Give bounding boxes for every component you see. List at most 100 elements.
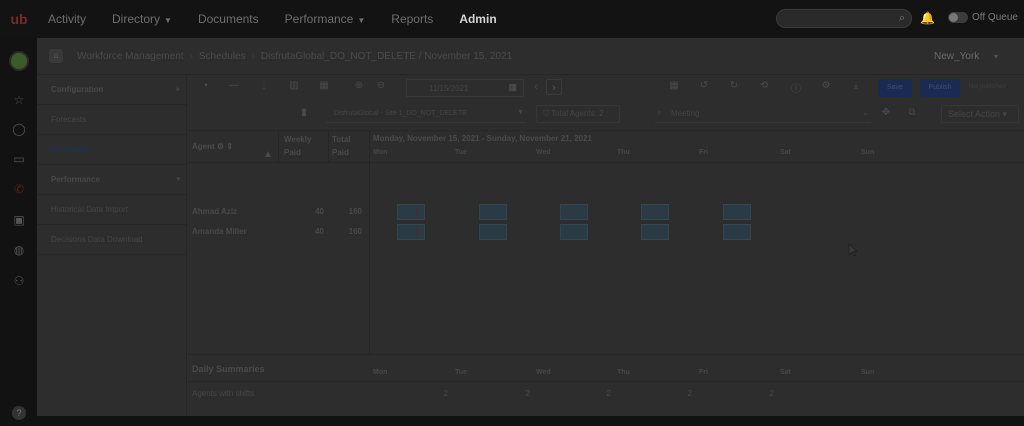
caret-down-icon: ▼ bbox=[164, 16, 172, 25]
columns-icon[interactable]: ▥ bbox=[286, 80, 302, 96]
shift-block[interactable] bbox=[397, 204, 425, 220]
help-icon[interactable]: ? bbox=[12, 406, 26, 420]
video-icon[interactable]: ▭ bbox=[11, 152, 27, 168]
activity-value: Meeting bbox=[671, 109, 700, 118]
building-icon: ▮ bbox=[301, 107, 307, 118]
calendar-add-icon[interactable]: ▦ bbox=[666, 80, 682, 96]
save-button[interactable]: Save bbox=[878, 79, 912, 97]
summary-value: 2 bbox=[525, 389, 530, 398]
bottom-bar bbox=[37, 416, 1024, 426]
star-icon[interactable]: ☆ bbox=[11, 93, 27, 109]
day-header-fri: Fri bbox=[699, 149, 708, 156]
calendar-icon[interactable]: ▦ bbox=[316, 80, 332, 96]
day-header-thu: Thu bbox=[617, 149, 630, 156]
breadcrumb-workforce[interactable]: Workforce Management bbox=[77, 51, 184, 62]
nav-activity[interactable]: Activity bbox=[48, 12, 86, 26]
logo[interactable]: ub bbox=[0, 0, 38, 38]
queue-toggle[interactable] bbox=[948, 12, 968, 23]
shift-block[interactable] bbox=[397, 224, 425, 240]
nav-performance-label: Performance bbox=[284, 12, 354, 26]
agent-column-header[interactable]: Agent ⚙ ⇕ bbox=[192, 142, 233, 151]
nav-directory-label: Directory bbox=[112, 12, 161, 26]
table-row[interactable]: Ahmad Aziz 40 160 bbox=[188, 202, 1024, 222]
chevron-down-icon[interactable]: ▾ bbox=[994, 52, 998, 61]
caret-down-icon: ▾ bbox=[1002, 109, 1008, 119]
summary-value: 2 bbox=[687, 389, 692, 398]
globe-icon[interactable]: ◍ bbox=[11, 243, 27, 259]
shift-block[interactable] bbox=[479, 224, 507, 240]
shift-block[interactable] bbox=[723, 224, 751, 240]
summary-day-thu: Thu bbox=[617, 369, 630, 376]
shift-block[interactable] bbox=[560, 204, 588, 220]
day-header-sat: Sat bbox=[780, 149, 791, 156]
download-icon[interactable]: ⤓ bbox=[848, 80, 864, 96]
nav-documents[interactable]: Documents bbox=[198, 12, 259, 26]
dot-icon[interactable]: • bbox=[200, 80, 212, 96]
zoom-in-icon[interactable]: ⊕ bbox=[351, 80, 367, 96]
add-user-icon[interactable]: ⚇ bbox=[11, 274, 27, 290]
select-action-dropdown[interactable]: Select Action ▾ bbox=[941, 105, 1019, 123]
summary-day-tue: Tue bbox=[455, 369, 467, 376]
shift-block[interactable] bbox=[723, 204, 751, 220]
sidemenu-forecasts[interactable]: Forecasts bbox=[37, 105, 186, 135]
admin-sidemenu: Configuration ▸ Forecasts Schedules Perfo… bbox=[37, 75, 187, 416]
day-header-sun: Sun bbox=[861, 149, 875, 156]
shift-block[interactable] bbox=[479, 204, 507, 220]
summary-day-wed: Wed bbox=[536, 369, 551, 376]
publish-button[interactable]: Publish bbox=[920, 79, 960, 97]
activity-select[interactable]: ⌕ Meeting ⌄ bbox=[655, 105, 871, 123]
more-vertical-icon[interactable]: ⋮ bbox=[258, 80, 270, 96]
previous-week-button[interactable]: ‹ bbox=[528, 79, 544, 95]
move-icon[interactable]: ✥ bbox=[878, 107, 894, 123]
warning-icon: ▲ bbox=[263, 149, 273, 160]
zoom-out-icon[interactable]: ⊖ bbox=[373, 80, 389, 96]
breadcrumb-schedules[interactable]: Schedules bbox=[199, 51, 246, 62]
dash-icon[interactable]: — bbox=[226, 80, 242, 96]
sidemenu-schedules[interactable]: Schedules bbox=[37, 135, 186, 165]
agent-weekly-paid: 40 bbox=[315, 207, 324, 216]
search-icon: ⌕ bbox=[657, 108, 662, 117]
sidemenu-label: Decisions Data Download bbox=[51, 235, 143, 244]
nav-admin[interactable]: Admin bbox=[459, 12, 496, 26]
nav-directory[interactable]: Directory ▼ bbox=[112, 12, 172, 26]
redo-icon[interactable]: ↻ bbox=[726, 80, 742, 96]
agent-name[interactable]: Ahmad Aziz bbox=[192, 207, 237, 216]
sort-icon[interactable]: ⇕ bbox=[226, 142, 233, 151]
gear-icon[interactable]: ⚙ bbox=[818, 80, 834, 96]
next-week-button[interactable]: › bbox=[546, 79, 562, 95]
gear-icon[interactable]: ⚙ bbox=[217, 142, 224, 151]
sidemenu-performance[interactable]: Performance ▾ bbox=[37, 165, 186, 195]
undo-icon[interactable]: ↺ bbox=[696, 80, 712, 96]
shift-block[interactable] bbox=[641, 224, 669, 240]
chat-icon[interactable]: ◯ bbox=[11, 122, 27, 138]
sidemenu-label: Configuration bbox=[51, 85, 104, 94]
calendar-icon[interactable]: ▦ bbox=[508, 82, 517, 93]
shift-block[interactable] bbox=[641, 204, 669, 220]
sidemenu-configuration[interactable]: Configuration ▸ bbox=[37, 75, 186, 105]
total-agents-filter[interactable]: ⛉ Total Agents: 2 bbox=[536, 105, 620, 123]
nav-performance[interactable]: Performance ▼ bbox=[285, 12, 366, 26]
phone-icon[interactable]: ✆ bbox=[11, 182, 27, 198]
sidemenu-label: Performance bbox=[51, 175, 100, 184]
info-icon[interactable]: ⓘ bbox=[788, 80, 804, 96]
avatar[interactable] bbox=[9, 51, 29, 71]
timezone-select[interactable]: New_York bbox=[934, 51, 979, 62]
agent-name[interactable]: Amanda Miller bbox=[192, 227, 247, 236]
site-select[interactable]: DisfrutaGlobal - Site 1_DO_NOT_DELETE ▼ bbox=[326, 105, 526, 123]
bell-icon[interactable]: 🔔 bbox=[920, 11, 935, 25]
sidemenu-decisions-download[interactable]: Decisions Data Download bbox=[37, 225, 186, 255]
sidemenu-label: Historical Data Import bbox=[51, 205, 128, 214]
date-input[interactable]: 11/15/2021 ▦ bbox=[406, 79, 524, 97]
shift-block[interactable] bbox=[560, 224, 588, 240]
table-row[interactable]: Amanda Miller 40 160 bbox=[188, 222, 1024, 242]
copy-icon[interactable]: ⧉ bbox=[904, 107, 920, 123]
summary-day-sun: Sun bbox=[861, 369, 875, 376]
sidemenu-historical-import[interactable]: Historical Data Import bbox=[37, 195, 186, 225]
global-search-input[interactable]: ⌕ bbox=[776, 9, 912, 28]
history-icon[interactable]: ⟲ bbox=[756, 80, 772, 96]
nav-reports[interactable]: Reports bbox=[391, 12, 433, 26]
home-icon[interactable]: ⌂ bbox=[49, 49, 63, 63]
week-range: Monday, November 15, 2021 - Sunday, Nove… bbox=[373, 134, 592, 143]
day-header-wed: Wed bbox=[536, 149, 551, 156]
inbox-icon[interactable]: ▣ bbox=[11, 213, 27, 229]
